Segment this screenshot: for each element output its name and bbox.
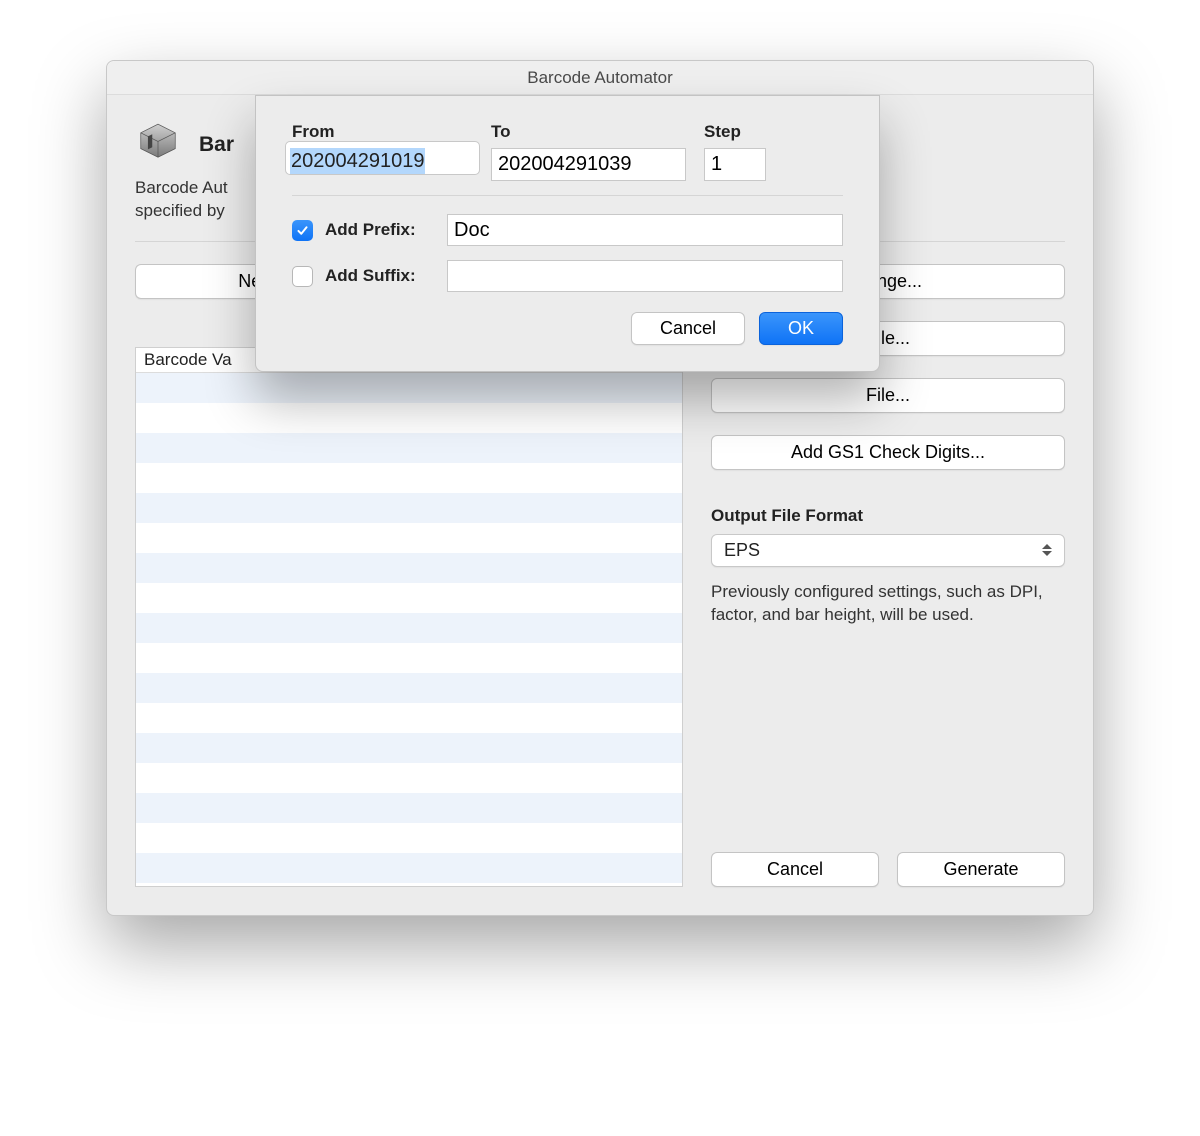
add-suffix-label: Add Suffix:	[325, 266, 435, 286]
to-field: To	[491, 122, 686, 181]
range-modal: From 202004291019 To Step Add Prefix:	[255, 95, 880, 372]
table-row[interactable]	[136, 793, 682, 823]
table-row[interactable]	[136, 433, 682, 463]
table-row[interactable]	[136, 703, 682, 733]
main-window: Barcode Automator Barcode Automator Bar	[106, 60, 1094, 916]
modal-actions: Cancel OK	[292, 312, 843, 345]
chevron-updown-icon	[1042, 541, 1056, 559]
generate-button[interactable]: Generate	[897, 852, 1065, 887]
table-row[interactable]	[136, 853, 682, 883]
table-row[interactable]	[136, 403, 682, 433]
range-fields-row: From 202004291019 To Step	[292, 122, 843, 181]
add-gs1-button[interactable]: Add GS1 Check Digits...	[711, 435, 1065, 470]
table-row[interactable]	[136, 493, 682, 523]
from-focus-ring: 202004291019	[285, 141, 480, 175]
step-field: Step	[704, 122, 766, 181]
to-label: To	[491, 122, 686, 142]
table-row[interactable]	[136, 733, 682, 763]
window-title: Barcode Automator	[527, 68, 673, 88]
suffix-input[interactable]	[447, 260, 843, 292]
barcode-table-body[interactable]	[136, 373, 682, 886]
add-prefix-label: Add Prefix:	[325, 220, 435, 240]
window-titlebar[interactable]: Barcode Automator	[107, 61, 1093, 95]
add-suffix-checkbox[interactable]	[292, 266, 313, 287]
from-label: From	[292, 122, 473, 142]
box-icon	[135, 117, 181, 163]
table-row[interactable]	[136, 613, 682, 643]
step-label: Step	[704, 122, 766, 142]
to-input[interactable]	[491, 148, 686, 181]
suffix-row: Add Suffix:	[292, 260, 843, 292]
prefix-input[interactable]	[447, 214, 843, 246]
from-input[interactable]: 202004291019	[290, 148, 425, 174]
table-row[interactable]	[136, 523, 682, 553]
barcode-table-header-label: Barcode Va	[144, 350, 232, 369]
table-row[interactable]	[136, 823, 682, 853]
add-prefix-checkbox[interactable]	[292, 220, 313, 241]
output-hint: Previously configured settings, such as …	[711, 581, 1065, 627]
barcode-table: Barcode Va Barcode Value	[135, 347, 683, 887]
save-file-button[interactable]: File...	[711, 378, 1065, 413]
table-row[interactable]	[136, 763, 682, 793]
modal-divider	[292, 195, 843, 196]
modal-cancel-button[interactable]: Cancel	[631, 312, 745, 345]
bottom-actions: Cancel Generate	[711, 812, 1065, 887]
table-row[interactable]	[136, 673, 682, 703]
output-format-value: EPS	[724, 540, 760, 561]
output-format-label: Output File Format	[711, 506, 1065, 526]
table-row[interactable]	[136, 373, 682, 403]
output-format-select[interactable]: EPS	[711, 534, 1065, 567]
modal-ok-button[interactable]: OK	[759, 312, 843, 345]
table-row[interactable]	[136, 463, 682, 493]
from-field: From 202004291019	[292, 122, 473, 181]
step-input[interactable]	[704, 148, 766, 181]
table-row[interactable]	[136, 553, 682, 583]
cancel-button[interactable]: Cancel	[711, 852, 879, 887]
table-row[interactable]	[136, 583, 682, 613]
prefix-row: Add Prefix:	[292, 214, 843, 246]
check-icon	[296, 224, 309, 237]
table-row[interactable]	[136, 643, 682, 673]
app-title-visible: Bar	[199, 133, 234, 157]
